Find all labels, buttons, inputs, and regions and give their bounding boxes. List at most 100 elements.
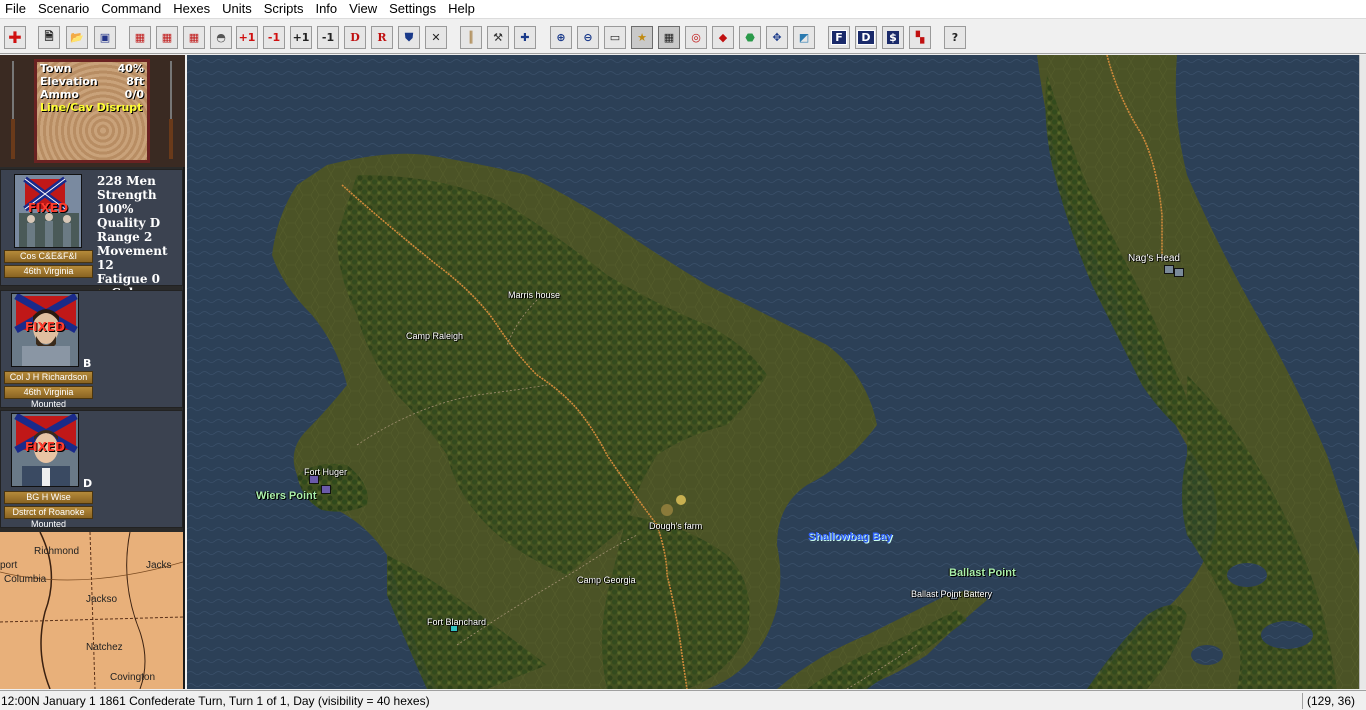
menu-settings[interactable]: Settings xyxy=(384,0,443,18)
dollar-icon: $ xyxy=(887,31,899,44)
flag-one-button[interactable]: ▦ xyxy=(129,26,151,49)
zoom-in-button[interactable]: ⊕ xyxy=(550,26,572,49)
menu-file[interactable]: File xyxy=(0,0,33,18)
leader-card-wise[interactable]: FIXED D BG H Wise Dstrct of Roanoke Moun… xyxy=(0,410,183,529)
leader-portrait: FIXED xyxy=(11,413,79,487)
unit-marker[interactable] xyxy=(1164,265,1174,274)
target-icon: ◎ xyxy=(691,31,701,44)
unit-parent: 46th Virginia xyxy=(4,265,93,278)
unit-portrait: FIXED xyxy=(14,174,82,248)
columns-button[interactable]: ║ xyxy=(460,26,482,49)
terrain-row: Ammo 0/0 xyxy=(40,88,144,101)
minus-one-red-button[interactable]: -1 xyxy=(263,26,285,49)
menu-view[interactable]: View xyxy=(344,0,384,18)
new-file-button[interactable]: 🗎 xyxy=(38,26,60,49)
flags-icon: ▚ xyxy=(915,31,925,44)
unit-marker[interactable] xyxy=(321,485,331,494)
leader-card-richardson[interactable]: FIXED B Col J H Richardson 46th Virginia… xyxy=(0,290,183,409)
f-box-button[interactable]: F xyxy=(828,26,850,49)
map-label-camp-raleigh: Camp Raleigh xyxy=(406,331,464,341)
d-box-button[interactable]: D xyxy=(855,26,877,49)
close-button[interactable]: ✕ xyxy=(425,26,447,49)
menu-scenario[interactable]: Scenario xyxy=(33,0,96,18)
hexagon-button[interactable]: ⬣ xyxy=(739,26,761,49)
map-label-ballast-point-battery: Ballast Point Battery xyxy=(911,589,993,599)
artillery-button[interactable]: ⚒ xyxy=(487,26,509,49)
leader-status: Mounted xyxy=(30,519,67,529)
menu-command[interactable]: Command xyxy=(96,0,168,18)
menu-scripts[interactable]: Scripts xyxy=(259,0,311,18)
unit-name: Cos C&E&F&I xyxy=(4,250,93,263)
helmet-button[interactable]: ◓ xyxy=(210,26,232,49)
fatigue: Fatigue 0 xyxy=(97,272,161,286)
r-button[interactable]: R xyxy=(371,26,393,49)
star-button[interactable]: ★ xyxy=(631,26,653,49)
plus-one-red-button[interactable]: +1 xyxy=(236,26,258,49)
helmet-icon: ◓ xyxy=(216,31,226,44)
unit-marker[interactable] xyxy=(1174,268,1184,277)
shield-button[interactable]: ⛊ xyxy=(398,26,420,49)
minus-one-button[interactable]: -1 xyxy=(317,26,339,49)
star-icon: ★ xyxy=(637,31,647,44)
zoom-out-button[interactable]: ⊖ xyxy=(577,26,599,49)
crosshair-tool-button[interactable]: ✚ xyxy=(4,26,26,49)
add-unit-button[interactable]: ✚ xyxy=(514,26,536,49)
flag-two-button[interactable]: ▦ xyxy=(156,26,178,49)
minimap-label: Richmond xyxy=(34,546,80,557)
men-count: 228 Men xyxy=(97,174,156,188)
grid-icon: ▦ xyxy=(663,31,675,44)
terrain-row: Elevation 8ft xyxy=(40,75,144,88)
map-label-doughs-farm: Dough's farm xyxy=(649,521,703,531)
d-button[interactable]: D xyxy=(344,26,366,49)
minimap-label: Covington xyxy=(110,672,156,683)
save-file-button[interactable]: ▣ xyxy=(94,26,116,49)
help-button[interactable]: ? xyxy=(944,26,966,49)
musket-icon xyxy=(11,61,15,159)
map-label-shallowbag-bay: Shallowbag Bay xyxy=(808,531,893,543)
map-button[interactable]: ◩ xyxy=(793,26,815,49)
selected-unit-card[interactable]: FIXED Cos C&E&F&I 46th Virginia 228 Men … xyxy=(0,169,183,300)
map-label-wiers-point: Wiers Point xyxy=(256,490,317,502)
musket-icon xyxy=(169,61,173,159)
target-button[interactable]: ◎ xyxy=(685,26,707,49)
fixed-tag: FIXED xyxy=(24,440,66,454)
terrain-info: Town 40% Elevation 8ft Ammo 0/0 Line/Cav Di… xyxy=(0,55,185,167)
toolbar: ✚ 🗎 📂 ▣ ▦ ▦ ▦ ◓ +1 -1 +1 -1 D R ⛊ ✕ ║ ⚒ … xyxy=(0,18,1366,54)
strategic-minimap[interactable]: Richmond Natchez Covington Columbia Jack… xyxy=(0,532,183,689)
map-label-ballast-point: Ballast Point xyxy=(949,567,1016,579)
map-label-marris-house: Marris house xyxy=(508,290,561,300)
floppy-disk-icon: ▣ xyxy=(99,31,111,44)
plus-one-button[interactable]: +1 xyxy=(290,26,312,49)
minimap-label: port xyxy=(0,560,18,571)
leader-grade: B xyxy=(83,357,92,370)
hex-map[interactable]: Marris house Camp Raleigh Fort Huger Wie… xyxy=(187,55,1359,689)
leader-name: BG H Wise xyxy=(4,491,93,504)
info-panel: Town 40% Elevation 8ft Ammo 0/0 Line/Cav Di… xyxy=(0,55,185,689)
minimap-label: Natchez xyxy=(86,642,123,653)
flag-three-button[interactable]: ▦ xyxy=(183,26,205,49)
red-flag-icon: ▦ xyxy=(188,31,200,44)
menu-info[interactable]: Info xyxy=(310,0,344,18)
terrain-swatch: Town 40% Elevation 8ft Ammo 0/0 Line/Cav Di… xyxy=(34,59,150,163)
leader-grade: D xyxy=(83,477,93,490)
green-hexagon-icon: ⬣ xyxy=(745,31,755,44)
diamond-button[interactable]: ◆ xyxy=(712,26,734,49)
unit-stats: 228 Men Strength 100% Quality D Range 2 … xyxy=(97,174,182,300)
vertical-scrollbar[interactable] xyxy=(1359,55,1366,689)
move-button[interactable]: ✥ xyxy=(766,26,788,49)
menu-help[interactable]: Help xyxy=(443,0,482,18)
red-flag-icon: ▦ xyxy=(161,31,173,44)
menu-bar: File Scenario Command Hexes Units Script… xyxy=(0,0,1366,18)
hex-grid-button[interactable]: ▦ xyxy=(658,26,680,49)
open-file-button[interactable]: 📂 xyxy=(66,26,88,49)
zoom-out-icon: ⊖ xyxy=(583,31,593,44)
menu-hexes[interactable]: Hexes xyxy=(168,0,217,18)
leader-status: Mounted xyxy=(30,399,67,409)
dollar-button[interactable]: $ xyxy=(882,26,904,49)
status-bar: 12:00N January 1 1861 Confederate Turn, … xyxy=(0,690,1366,710)
window-button[interactable]: ▭ xyxy=(604,26,626,49)
close-icon: ✕ xyxy=(431,31,441,44)
menu-units[interactable]: Units xyxy=(217,0,259,18)
flags-button[interactable]: ▚ xyxy=(909,26,931,49)
leader-command: 46th Virginia xyxy=(4,386,93,399)
